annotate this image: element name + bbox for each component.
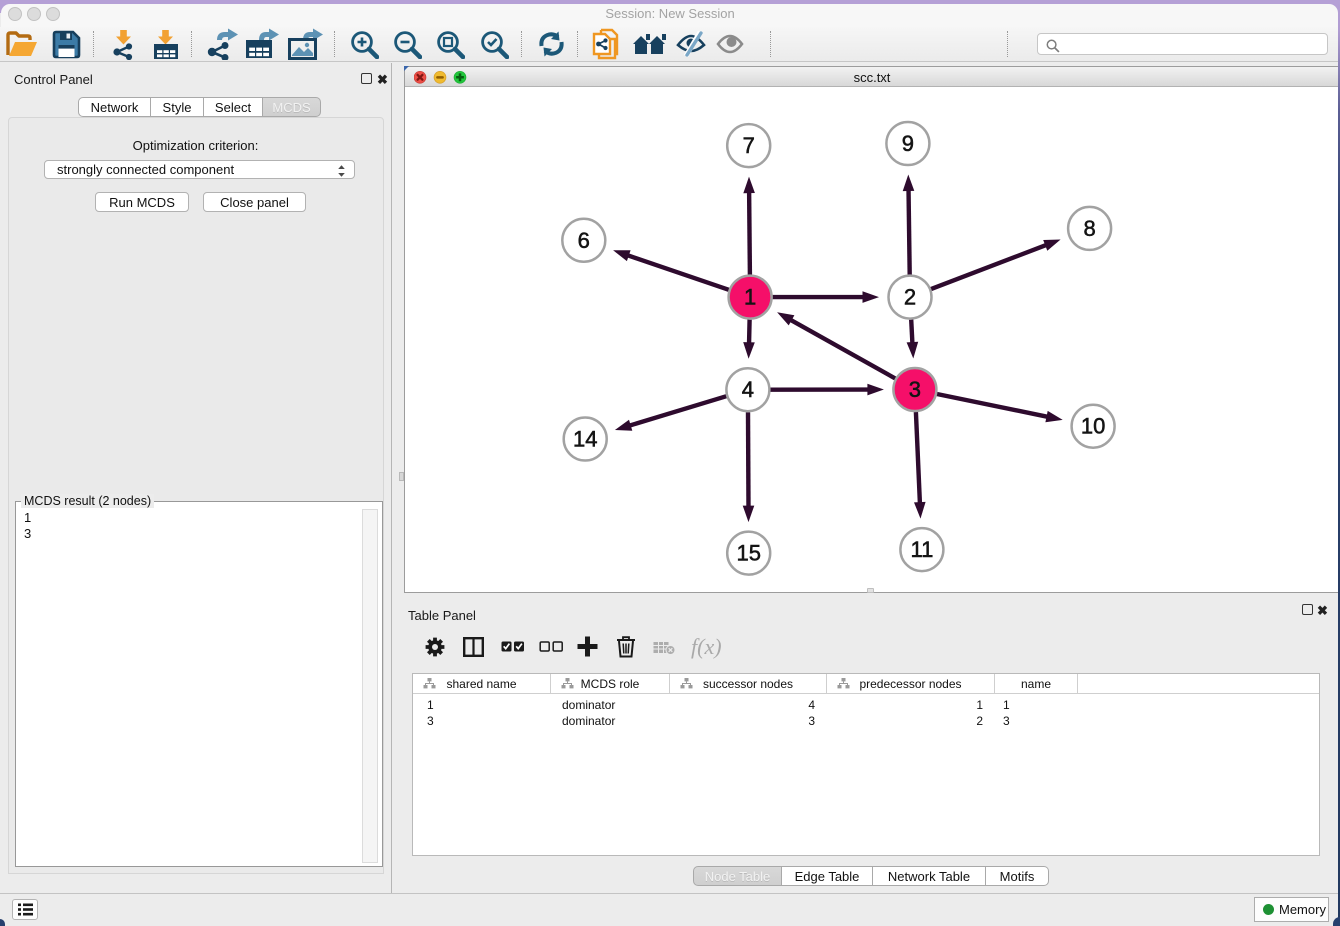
svg-text:14: 14 <box>573 427 597 452</box>
svg-text:6: 6 <box>578 228 590 253</box>
svg-text:8: 8 <box>1083 216 1095 241</box>
svg-text:11: 11 <box>910 537 933 562</box>
svg-text:3: 3 <box>909 377 921 402</box>
svg-text:9: 9 <box>902 131 914 156</box>
svg-text:15: 15 <box>736 541 760 566</box>
svg-text:10: 10 <box>1081 414 1105 439</box>
svg-text:1: 1 <box>744 285 756 310</box>
svg-text:2: 2 <box>904 285 916 310</box>
svg-text:4: 4 <box>742 377 754 402</box>
svg-text:7: 7 <box>743 133 755 158</box>
